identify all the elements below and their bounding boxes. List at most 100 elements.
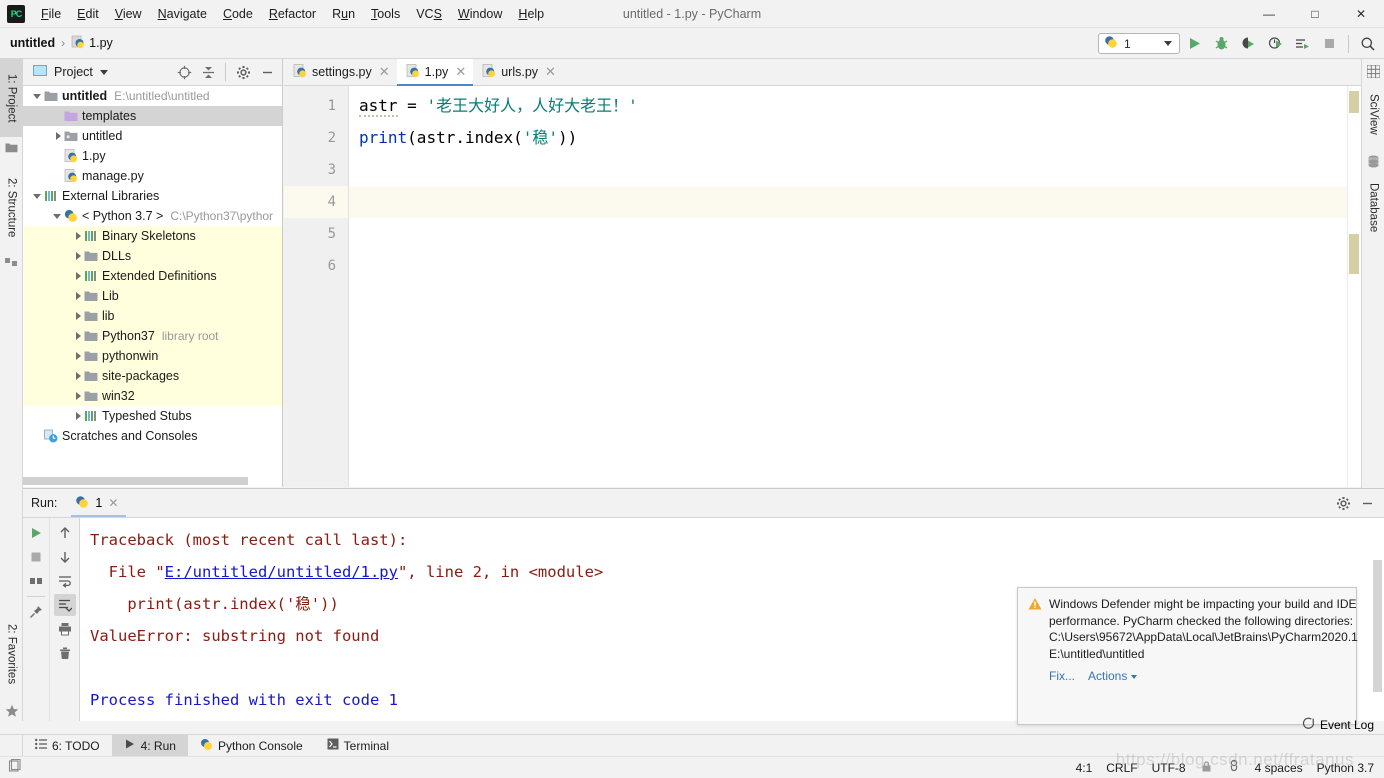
stop-process-button[interactable] <box>25 546 47 568</box>
sidebar-item-database[interactable]: Database <box>1362 173 1384 243</box>
close-icon[interactable]: ✕ <box>545 64 556 80</box>
menu-vcs[interactable]: VCS <box>408 4 450 24</box>
chevron-right-icon[interactable] <box>73 371 84 382</box>
editor-tab-1-py[interactable]: 1.py ✕ <box>396 59 474 86</box>
status-caret-position[interactable]: 4:1 <box>1076 761 1093 775</box>
tree-node-typeshed-stubs[interactable]: Typeshed Stubs <box>23 406 282 426</box>
tree-node-untitled[interactable]: untitled <box>23 126 282 146</box>
chevron-down-icon[interactable] <box>33 191 44 202</box>
tree-node-templates[interactable]: templates <box>23 106 282 126</box>
sidebar-item-favorites[interactable]: 2: Favorites <box>0 611 23 697</box>
status-indent[interactable]: 4 spaces <box>1255 761 1303 775</box>
tree-node-python-3-7[interactable]: < Python 3.7 > C:\Python37\pythor <box>23 206 282 226</box>
scrollbar-thumb[interactable] <box>23 477 248 485</box>
code-line[interactable] <box>349 186 1361 218</box>
menu-code[interactable]: Code <box>215 4 261 24</box>
chevron-right-icon[interactable] <box>53 131 64 142</box>
print-button[interactable] <box>54 618 76 640</box>
chevron-right-icon[interactable] <box>73 271 84 282</box>
tree-node-external-libraries[interactable]: External Libraries <box>23 186 282 206</box>
breadcrumb-project[interactable]: untitled <box>10 36 55 50</box>
status-line-separator[interactable]: CRLF <box>1106 761 1137 775</box>
scroll-from-source-button[interactable] <box>173 61 195 83</box>
tree-node-extended-definitions[interactable]: Extended Definitions <box>23 266 282 286</box>
menu-navigate[interactable]: Navigate <box>150 4 215 24</box>
close-button[interactable]: ✕ <box>1338 0 1384 28</box>
hide-panel-button[interactable] <box>256 61 278 83</box>
chevron-down-icon[interactable] <box>1164 41 1172 46</box>
lock-icon[interactable] <box>1200 760 1213 776</box>
tree-node-binary-skeletons[interactable]: Binary Skeletons <box>23 226 282 246</box>
clear-all-button[interactable] <box>54 642 76 664</box>
chevron-right-icon[interactable] <box>73 331 84 342</box>
run-dashboard-button[interactable] <box>1290 31 1315 56</box>
menu-edit[interactable]: Edit <box>69 4 107 24</box>
search-everywhere-button[interactable] <box>1355 31 1380 56</box>
notification-fix-link[interactable]: Fix... <box>1049 669 1075 683</box>
close-icon[interactable]: ✕ <box>455 64 466 80</box>
menu-help[interactable]: Help <box>510 4 552 24</box>
editor-tab-settings-py[interactable]: settings.py ✕ <box>284 59 397 85</box>
editor-scrollbar[interactable] <box>1347 86 1361 487</box>
chevron-right-icon[interactable] <box>73 411 84 422</box>
menu-run[interactable]: Run <box>324 4 363 24</box>
code-line[interactable] <box>349 250 1361 282</box>
layout-settings-button[interactable] <box>25 570 47 592</box>
debug-button[interactable] <box>1209 31 1234 56</box>
notification-actions-link[interactable]: Actions <box>1088 669 1138 683</box>
scroll-to-end-button[interactable] <box>53 594 76 616</box>
tree-node-lib[interactable]: Lib <box>23 286 282 306</box>
code-line[interactable] <box>349 154 1361 186</box>
code-line[interactable]: astr = '老王大好人，人好大老王！' <box>349 90 1361 122</box>
project-horizontal-scrollbar[interactable] <box>23 474 282 487</box>
breadcrumb-file[interactable]: 1.py <box>71 35 113 52</box>
up-the-stack-trace-button[interactable] <box>54 522 76 544</box>
tree-node-pythonwin[interactable]: pythonwin <box>23 346 282 366</box>
code-content[interactable]: astr = '老王大好人，人好大老王！' print(astr.index('稳… <box>349 86 1361 487</box>
chevron-right-icon[interactable] <box>73 351 84 362</box>
git-branch-icon[interactable] <box>1227 759 1241 776</box>
tree-node-scratches-and-consoles[interactable]: Scratches and Consoles <box>23 426 282 446</box>
editor-tab-bar[interactable]: settings.py ✕ 1.py ✕ urls.py ✕ <box>284 59 1361 86</box>
run-button[interactable] <box>1182 31 1207 56</box>
code-line[interactable]: print(astr.index('稳')) <box>349 122 1361 154</box>
gear-icon[interactable] <box>1332 492 1354 514</box>
menu-file[interactable]: File <box>33 4 69 24</box>
rerun-button[interactable] <box>25 522 47 544</box>
tree-node-manage-py[interactable]: manage.py <box>23 166 282 186</box>
console-scrollbar[interactable] <box>1371 518 1384 721</box>
chevron-right-icon[interactable] <box>73 251 84 262</box>
chevron-right-icon[interactable] <box>73 311 84 322</box>
bottom-tab-run[interactable]: 4: Run <box>111 734 188 757</box>
status-interpreter[interactable]: Python 3.7 <box>1317 761 1374 775</box>
bottom-tab-todo[interactable]: 6: TODO <box>23 735 112 757</box>
stop-button[interactable] <box>1317 31 1342 56</box>
editor-scrollbar-thumb[interactable] <box>1349 234 1359 274</box>
menu-window[interactable]: Window <box>450 4 510 24</box>
run-with-coverage-button[interactable] <box>1236 31 1261 56</box>
minimize-button[interactable]: — <box>1246 0 1292 28</box>
chevron-right-icon[interactable] <box>73 291 84 302</box>
editor-error-marker[interactable] <box>1349 91 1359 113</box>
tree-node-python37[interactable]: Python37 library root <box>23 326 282 346</box>
sidebar-item-structure[interactable]: 2: Structure <box>0 162 23 254</box>
menu-view[interactable]: View <box>107 4 150 24</box>
scrollbar-thumb[interactable] <box>1373 560 1382 692</box>
code-line[interactable] <box>349 218 1361 250</box>
project-tree[interactable]: untitled E:\untitled\untitled templates unt… <box>23 86 282 473</box>
run-configuration-selector[interactable]: 1 <box>1098 33 1180 54</box>
status-memory-icon[interactable] <box>8 758 22 776</box>
sidebar-item-project[interactable]: 1: Project <box>0 59 23 137</box>
chevron-down-icon[interactable] <box>33 91 44 102</box>
soft-wrap-button[interactable] <box>54 570 76 592</box>
bottom-tab-python-console[interactable]: Python Console <box>188 735 315 757</box>
tree-node-site-packages[interactable]: site-packages <box>23 366 282 386</box>
chevron-right-icon[interactable] <box>73 391 84 402</box>
console-file-link[interactable]: E:/untitled/untitled/1.py <box>165 563 398 581</box>
event-log-button[interactable]: Event Log <box>1302 717 1374 733</box>
project-view-chevron-down-icon[interactable] <box>99 69 108 75</box>
chevron-right-icon[interactable] <box>73 231 84 242</box>
gear-icon[interactable] <box>232 61 254 83</box>
tree-node-untitled[interactable]: untitled E:\untitled\untitled <box>23 86 282 106</box>
collapse-all-button[interactable] <box>197 61 219 83</box>
